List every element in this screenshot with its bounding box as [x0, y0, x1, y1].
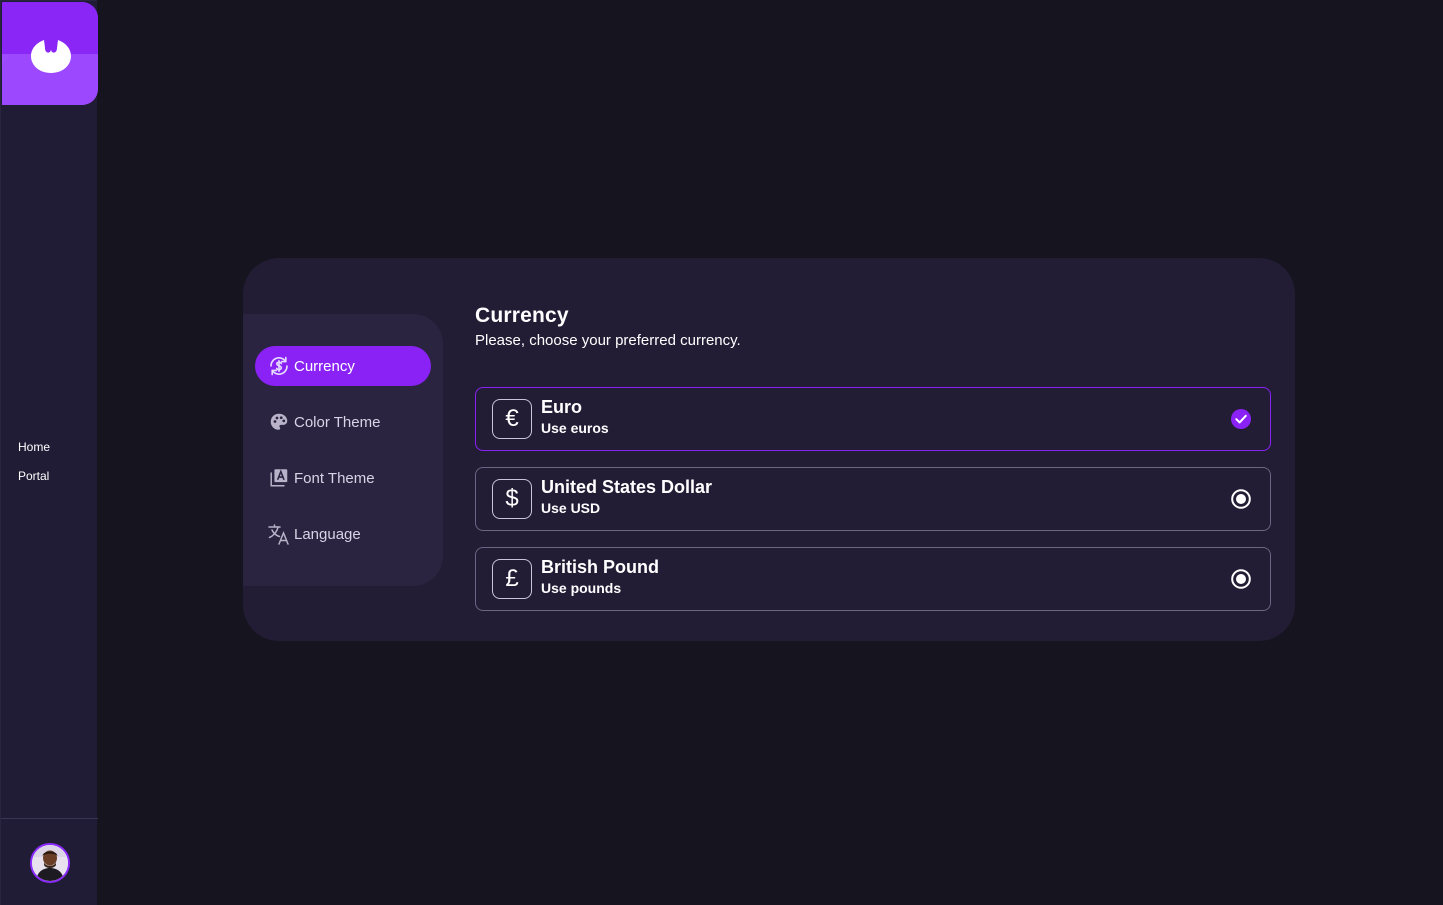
settings-menu-item-currency[interactable]: Currency [255, 346, 431, 386]
currency-panel: Currency Please, choose your preferred c… [475, 302, 1271, 627]
font-icon [267, 466, 291, 490]
settings-menu-label: Font Theme [294, 469, 375, 487]
user-avatar[interactable] [30, 843, 70, 883]
panel-subtitle: Please, choose your preferred currency. [475, 332, 741, 349]
currency-options: € Euro Use euros $ United States Dollar … [475, 387, 1271, 611]
option-description: Use USD [541, 500, 601, 516]
currency-option-usd[interactable]: $ United States Dollar Use USD [475, 467, 1271, 531]
settings-menu: Currency Color Theme Font Theme Language [243, 314, 443, 586]
currency-option-gbp[interactable]: £ British Pound Use pounds [475, 547, 1271, 611]
dollar-icon: $ [492, 479, 532, 519]
check-circle-icon [1231, 409, 1251, 429]
option-description: Use pounds [541, 580, 622, 596]
settings-menu-item-color-theme[interactable]: Color Theme [255, 402, 431, 442]
radio-button-icon [1231, 569, 1251, 589]
settings-menu-label: Currency [294, 357, 355, 375]
settings-menu-label: Language [294, 525, 361, 543]
panel-title: Currency [475, 304, 569, 327]
radio-button-icon [1231, 489, 1251, 509]
pound-icon: £ [492, 559, 532, 599]
translate-icon [267, 522, 291, 546]
option-title: Euro [541, 397, 583, 417]
settings-menu-item-language[interactable]: Language [255, 514, 431, 554]
settings-menu-item-font-theme[interactable]: Font Theme [255, 458, 431, 498]
settings-menu-label: Color Theme [294, 413, 381, 431]
option-title: United States Dollar [541, 477, 713, 497]
brand-logo-icon [31, 36, 71, 73]
option-title: British Pound [541, 557, 659, 577]
currency-option-euro[interactable]: € Euro Use euros [475, 387, 1271, 451]
logo[interactable] [2, 2, 98, 105]
nav-link-portal[interactable]: Portal [18, 468, 50, 497]
euro-icon: € [492, 399, 532, 439]
app-sidebar: Home Portal [0, 0, 98, 905]
currency-exchange-icon [267, 354, 291, 378]
palette-icon [267, 410, 291, 434]
option-description: Use euros [541, 420, 609, 436]
sidebar-divider [1, 818, 98, 819]
settings-card: Currency Color Theme Font Theme Language… [243, 258, 1295, 641]
nav-link-home[interactable]: Home [18, 439, 50, 468]
main-nav: Home Portal [18, 439, 50, 497]
avatar-photo-icon [32, 845, 68, 881]
